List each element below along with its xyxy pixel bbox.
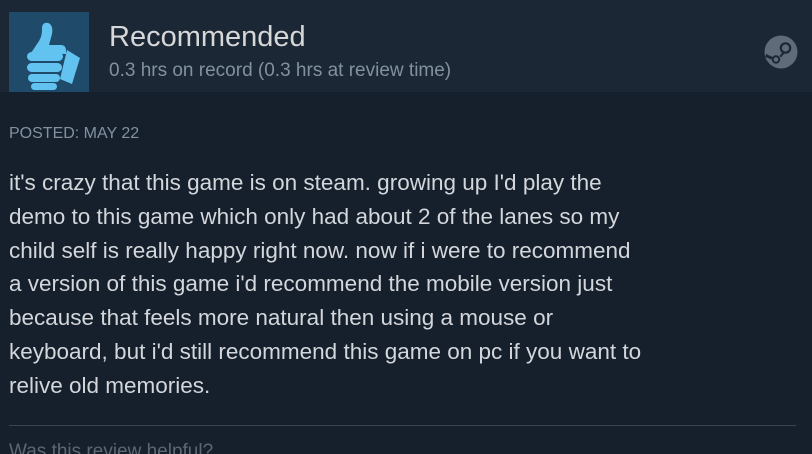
posted-date: POSTED: MAY 22 <box>9 125 140 142</box>
steam-logo-icon <box>764 35 798 69</box>
review-text-line: a version of this game i'd recommend the… <box>9 271 613 297</box>
divider <box>9 425 796 426</box>
thumbs-up-icon <box>9 12 89 92</box>
helpful-prompt: Was this review helpful? <box>9 441 214 454</box>
review-header: Recommended 0.3 hrs on record (0.3 hrs a… <box>0 0 812 92</box>
review-text-line: it's crazy that this game is on steam. g… <box>9 170 602 195</box>
review-text-line: child self is really happy right now. no… <box>9 237 631 263</box>
review-text: it's crazy that this game is on steam. g… <box>9 166 805 403</box>
review-text-line: keyboard, but i'd still recommend this g… <box>9 338 642 364</box>
review-text-line: demo to this game which only had about 2… <box>9 203 620 229</box>
review-text-line: relive old memories. <box>9 372 211 398</box>
review-card: Recommended 0.3 hrs on record (0.3 hrs a… <box>0 0 812 454</box>
review-text-line: because that feels more natural then usi… <box>9 305 554 331</box>
hours-on-record: 0.3 hrs on record (0.3 hrs at review tim… <box>109 60 452 81</box>
review-title: Recommended <box>109 21 306 53</box>
